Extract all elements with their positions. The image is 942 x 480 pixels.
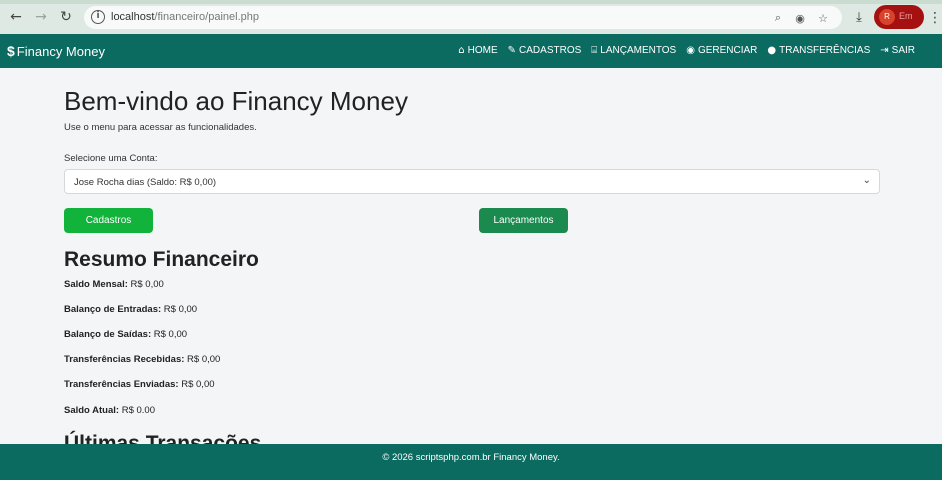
nav-item-label: HOME (467, 45, 498, 56)
brand-name: Financy Money (16, 43, 105, 59)
nav-item-label: GERENCIAR (697, 45, 758, 56)
reload-icon[interactable]: ↻ (56, 7, 76, 27)
lancamentos-button[interactable]: Lançamentos (479, 208, 568, 233)
download-icon[interactable]: ⤓ (850, 7, 868, 27)
nav-menu: ⌂ HOME ✎ CADASTROS ⌸ LANÇAMENTOS ◉ GEREN… (458, 45, 915, 56)
summary-saldo-mensal: Saldo Mensal: R$ 0,00 (64, 279, 164, 290)
tab-strip-edge (0, 0, 942, 4)
page-footer: © 2026 scriptsphp.com.br Financy Money. (0, 444, 942, 480)
summary-saldo-atual: Saldo Atual: R$ 0.00 (64, 405, 155, 416)
nav-item-cadastros[interactable]: ✎ CADASTROS (508, 45, 582, 56)
bank-icon: ⌸ (591, 45, 598, 56)
eye-icon: ◉ (686, 45, 695, 56)
site-info-icon[interactable]: i (91, 10, 105, 24)
page-title: Bem-vindo ao Financy Money (64, 86, 408, 116)
nav-item-gerenciar[interactable]: ◉ GERENCIAR (686, 45, 757, 56)
logout-icon: ⇥ (880, 45, 889, 56)
account-select-label: Selecione uma Conta: (64, 153, 158, 164)
home-icon: ⌂ (458, 45, 465, 56)
nav-item-home[interactable]: ⌂ HOME (458, 45, 497, 56)
summary-saidas: Balanço de Saídas: R$ 0,00 (64, 329, 188, 340)
nav-item-label: CADASTROS (519, 45, 582, 56)
nav-item-sair[interactable]: ⇥ SAIR (880, 45, 915, 56)
summary-title: Resumo Financeiro (64, 248, 259, 271)
summary-entradas: Balanço de Entradas: R$ 0,00 (64, 304, 198, 315)
footer-text: © 2026 scriptsphp.com.br Financy Money. (382, 452, 560, 463)
nav-item-label: TRANSFERÊNCIAS (779, 45, 871, 56)
summary-transf-recebidas: Transferências Recebidas: R$ 0,00 (64, 354, 221, 365)
chat-icon: ● (767, 45, 777, 56)
brand-link[interactable]: $ Financy Money (7, 43, 105, 59)
dollar-icon: $ (7, 43, 15, 59)
summary-transf-enviadas: Transferências Enviadas: R$ 0,00 (64, 379, 215, 390)
nav-item-lancamentos[interactable]: ⌸ LANÇAMENTOS (591, 45, 676, 56)
main-content: Bem-vindo ao Financy Money Use o menu pa… (0, 68, 942, 444)
url-text[interactable]: localhost/financeiro/painel.php (111, 11, 259, 23)
app-navbar: $ Financy Money ⌂ HOME ✎ CADASTROS ⌸ LAN… (0, 34, 942, 68)
nav-item-label: SAIR (891, 45, 915, 56)
edit-icon: ✎ (507, 45, 517, 56)
account-select[interactable]: Jose Rocha dias (Saldo: R$ 0,00) ⌄ (64, 169, 880, 194)
last-transactions-title: Últimas Transações (64, 432, 262, 444)
nav-item-label: LANÇAMENTOS (600, 45, 677, 56)
page-subtitle: Use o menu para acessar as funcionalidad… (64, 122, 257, 133)
back-arrow-icon[interactable]: ← (6, 7, 26, 27)
profile-label: Em (899, 11, 913, 21)
bookmark-star-icon[interactable]: ☆ (815, 10, 831, 26)
eye-icon[interactable]: ◉ (792, 10, 808, 26)
address-bar[interactable]: i localhost/financeiro/painel.php ⌕ ◉ ☆ (84, 6, 842, 29)
profile-button[interactable]: R Em (874, 5, 924, 29)
forward-arrow-icon[interactable]: → (31, 7, 51, 27)
account-select-value: Jose Rocha dias (Saldo: R$ 0,00) (74, 177, 217, 188)
browser-toolbar: ← → ↻ i localhost/financeiro/painel.php … (0, 0, 942, 34)
zoom-icon[interactable]: ⌕ (770, 10, 786, 26)
nav-item-transferencias[interactable]: ● TRANSFERÊNCIAS (767, 45, 870, 56)
avatar: R (879, 9, 895, 25)
cadastros-button[interactable]: Cadastros (64, 208, 153, 233)
more-menu-icon[interactable]: ⋮ (928, 8, 942, 26)
chevron-down-icon: ⌄ (862, 175, 871, 186)
